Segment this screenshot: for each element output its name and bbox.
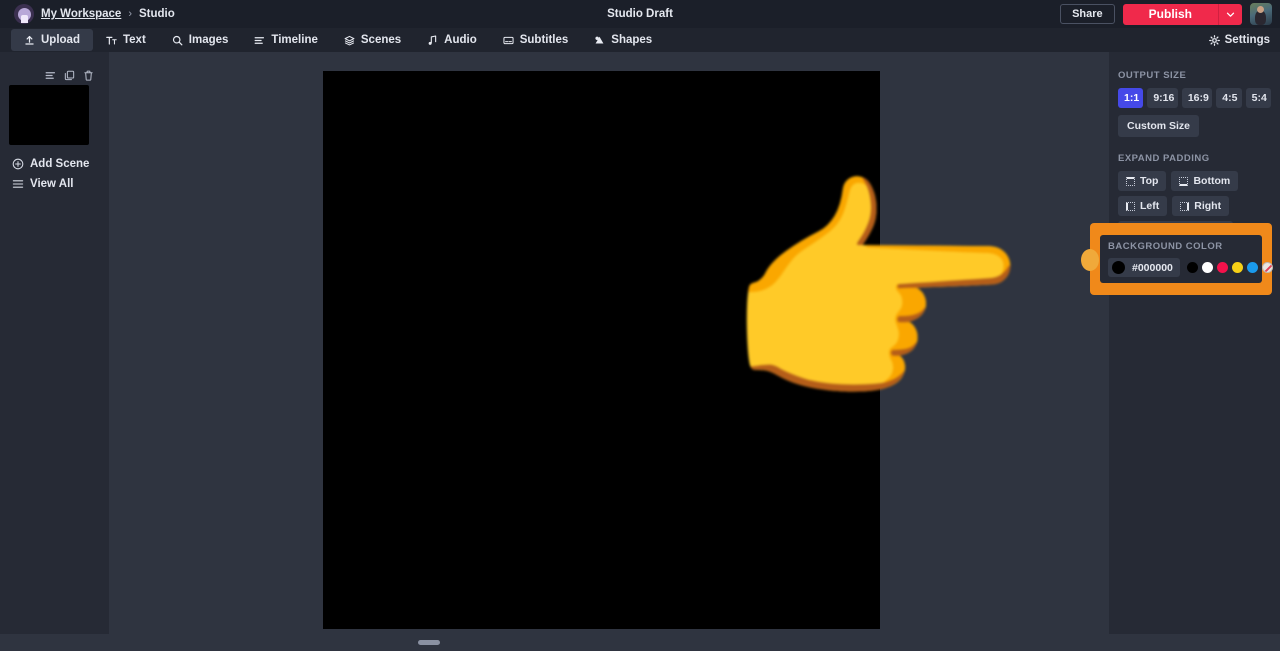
expand-padding-label: EXPAND PADDING: [1118, 153, 1271, 164]
publish-button[interactable]: Publish: [1123, 4, 1218, 25]
publish-button-group: Publish: [1123, 4, 1242, 25]
shapes-icon: [594, 35, 605, 46]
padding-left-label: Left: [1140, 200, 1159, 212]
padding-left-button[interactable]: Left: [1118, 196, 1167, 216]
settings-label: Settings: [1225, 34, 1270, 46]
scene-card-tools: [9, 68, 100, 82]
tab-scenes-label: Scenes: [361, 34, 401, 46]
chevron-down-icon: [1226, 10, 1235, 19]
music-note-icon: [427, 35, 438, 46]
upload-icon: [24, 35, 35, 46]
view-all-label: View All: [30, 178, 73, 190]
gear-icon: [1209, 35, 1220, 46]
tab-scenes[interactable]: Scenes: [331, 29, 414, 51]
tab-subtitles[interactable]: Subtitles: [490, 29, 582, 51]
tab-text[interactable]: Text: [93, 29, 159, 51]
share-button[interactable]: Share: [1060, 4, 1115, 24]
ratio-button-9-16[interactable]: 9:16: [1147, 88, 1177, 108]
background-color-section: BACKGROUND COLOR #000000: [1100, 235, 1262, 283]
swatch-yellow[interactable]: [1232, 262, 1243, 273]
workspace-link[interactable]: My Workspace: [41, 8, 121, 20]
pad-top-icon: [1126, 177, 1135, 186]
swatch-blue[interactable]: [1247, 262, 1258, 273]
duplicate-icon[interactable]: [64, 70, 75, 81]
padding-right-button[interactable]: Right: [1172, 196, 1229, 216]
properties-panel: OUTPUT SIZE 1:1 9:16 16:9 4:5 5:4 Custom…: [1109, 52, 1280, 634]
layers-icon: [344, 35, 355, 46]
list-icon: [12, 178, 24, 190]
add-scene-button[interactable]: Add Scene: [0, 154, 109, 174]
pad-left-icon: [1126, 202, 1135, 211]
padding-bottom-label: Bottom: [1193, 175, 1230, 187]
color-hex-value: #000000: [1132, 262, 1173, 274]
padding-top-button[interactable]: Top: [1118, 171, 1166, 191]
tab-text-label: Text: [123, 34, 146, 46]
tab-timeline[interactable]: Timeline: [241, 29, 330, 51]
breadcrumb: My Workspace › Studio: [0, 4, 175, 24]
search-icon: [172, 35, 183, 46]
output-size-label: OUTPUT SIZE: [1118, 70, 1271, 81]
aspect-ratio-group: 1:1 9:16 16:9 4:5 5:4: [1118, 88, 1271, 108]
swatch-white[interactable]: [1202, 262, 1213, 273]
background-color-label: BACKGROUND COLOR: [1108, 241, 1254, 252]
scenes-panel: Add Scene View All: [0, 52, 109, 634]
scene-actions: Add Scene View All: [0, 154, 109, 194]
scene-card: [9, 68, 100, 145]
bottom-bar: [0, 634, 1280, 651]
swatch-black[interactable]: [1187, 262, 1198, 273]
pad-bottom-icon: [1179, 177, 1188, 186]
view-all-button[interactable]: View All: [0, 174, 109, 194]
padding-top-label: Top: [1140, 175, 1158, 187]
current-color-dot-icon: [1112, 261, 1125, 274]
top-bar-actions: Share Publish: [1060, 0, 1272, 28]
color-swatch-list: [1187, 262, 1273, 273]
padding-bottom-button[interactable]: Bottom: [1171, 171, 1238, 191]
swatch-red[interactable]: [1217, 262, 1228, 273]
add-scene-label: Add Scene: [30, 158, 89, 170]
tab-timeline-label: Timeline: [271, 34, 317, 46]
ratio-button-16-9[interactable]: 16:9: [1182, 88, 1212, 108]
swatch-transparent[interactable]: [1262, 262, 1273, 273]
canvas-stage[interactable]: 👉: [109, 52, 1109, 634]
custom-size-button[interactable]: Custom Size: [1118, 115, 1199, 137]
plus-circle-icon: [12, 158, 24, 170]
tab-upload[interactable]: Upload: [11, 29, 93, 51]
tab-audio[interactable]: Audio: [414, 29, 490, 51]
tab-shapes[interactable]: Shapes: [581, 29, 665, 51]
tab-images-label: Images: [189, 34, 229, 46]
background-color-highlight: BACKGROUND COLOR #000000: [1090, 223, 1272, 295]
color-picker-field[interactable]: #000000: [1108, 258, 1180, 277]
ratio-button-4-5[interactable]: 4:5: [1216, 88, 1241, 108]
tab-subtitles-label: Subtitles: [520, 34, 569, 46]
timeline-icon: [254, 35, 265, 46]
text-icon: [106, 35, 117, 46]
pad-right-icon: [1180, 202, 1189, 211]
workspace-logo-icon: [14, 4, 34, 24]
timeline-scrubber-handle[interactable]: [418, 640, 440, 645]
settings-button[interactable]: Settings: [1209, 28, 1270, 52]
canvas-artboard[interactable]: [323, 71, 880, 629]
padding-row-1: Top Bottom: [1118, 171, 1271, 191]
subtitles-icon: [503, 35, 514, 46]
tab-images[interactable]: Images: [159, 29, 242, 51]
ratio-button-1-1[interactable]: 1:1: [1118, 88, 1143, 108]
main-toolbar: Upload Text Images Timeline Scenes: [0, 28, 1280, 52]
timeline-icon[interactable]: [45, 70, 56, 81]
breadcrumb-separator-icon: ›: [128, 8, 132, 20]
padding-right-label: Right: [1194, 200, 1221, 212]
ratio-button-5-4[interactable]: 5:4: [1246, 88, 1271, 108]
publish-dropdown-button[interactable]: [1218, 4, 1242, 25]
padding-row-2: Left Right: [1118, 196, 1271, 216]
background-color-controls: #000000: [1108, 258, 1254, 277]
user-avatar[interactable]: [1250, 3, 1272, 25]
scene-thumbnail[interactable]: [9, 85, 89, 145]
tab-audio-label: Audio: [444, 34, 477, 46]
tab-shapes-label: Shapes: [611, 34, 652, 46]
trash-icon[interactable]: [83, 70, 94, 81]
tab-upload-label: Upload: [41, 34, 80, 46]
breadcrumb-current: Studio: [139, 8, 175, 20]
